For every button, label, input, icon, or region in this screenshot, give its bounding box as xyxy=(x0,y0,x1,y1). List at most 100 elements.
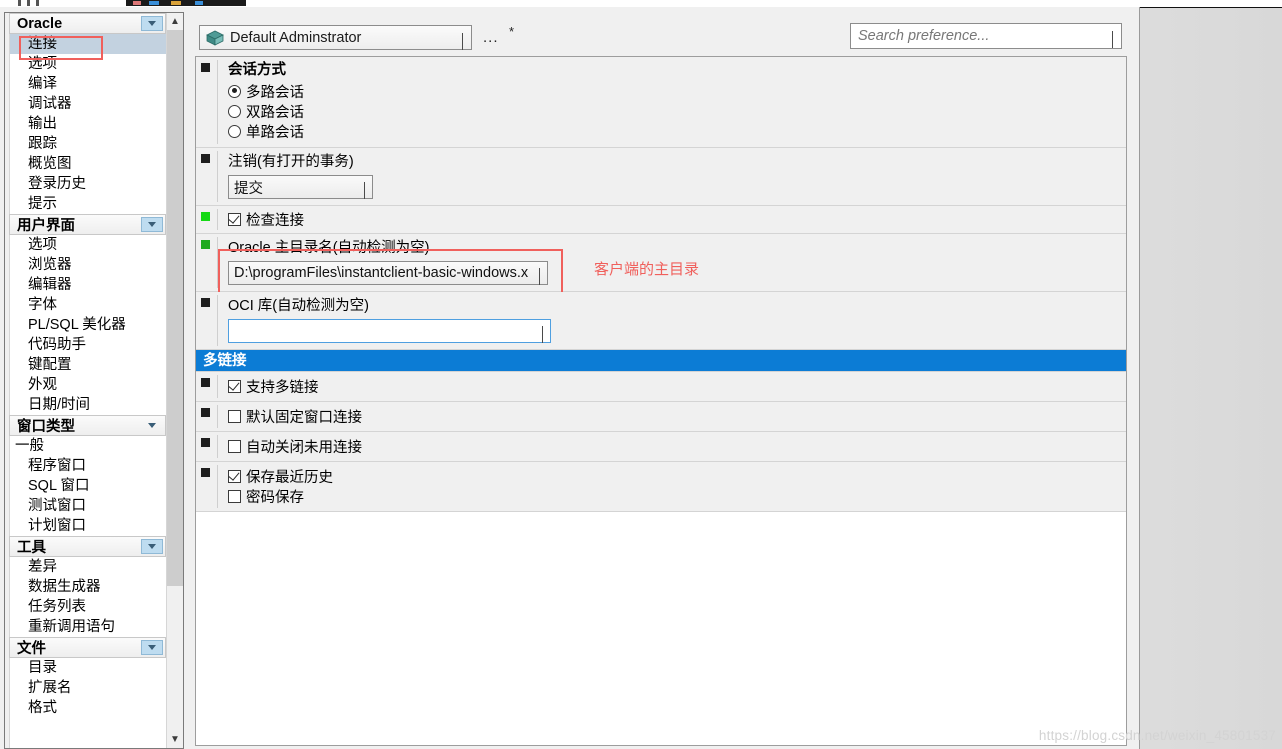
radio-icon[interactable] xyxy=(228,124,241,138)
sidebar-item-plan-window[interactable]: 计划窗口 xyxy=(10,516,166,536)
checkbox-icon[interactable] xyxy=(228,439,241,453)
tree-group-oracle[interactable]: Oracle xyxy=(9,13,166,34)
setting-oci-library: OCI 库(自动检测为空) xyxy=(196,292,1126,350)
checkbox-check-connection[interactable]: 检查连接 xyxy=(228,209,1126,229)
sidebar-item-formats[interactable]: 格式 xyxy=(10,698,166,718)
tree-group-user-interface[interactable]: 用户界面 xyxy=(9,214,166,235)
titlebar-glyphs xyxy=(18,0,138,6)
radio-label: 多路会话 xyxy=(246,84,304,101)
search-placeholder: Search preference... xyxy=(858,28,990,44)
watermark: https://blog.csdn.net/weixin_45801537 xyxy=(1038,728,1276,743)
chevron-up-icon[interactable]: ▲ xyxy=(167,13,183,30)
logoff-action-select[interactable]: 提交 xyxy=(228,175,373,199)
sidebar-item-browser[interactable]: 浏览器 xyxy=(10,255,166,275)
checkbox-icon[interactable] xyxy=(228,212,241,226)
sidebar-item-plsql-beautifier[interactable]: PL/SQL 美化器 xyxy=(10,315,166,335)
scrollbar-thumb[interactable] xyxy=(167,30,183,586)
tree-group-label: 工具 xyxy=(17,540,46,556)
group-rule xyxy=(217,465,218,508)
checkbox-icon[interactable] xyxy=(228,469,241,483)
setting-label: 注销(有打开的事务) xyxy=(228,154,354,170)
sidebar-item-task-list[interactable]: 任务列表 xyxy=(10,597,166,617)
sidebar-item-data-generator[interactable]: 数据生成器 xyxy=(10,577,166,597)
section-header-multilink: 多链接 xyxy=(196,350,1126,372)
sidebar-item-sql-window[interactable]: SQL 窗口 xyxy=(10,476,166,496)
group-rule xyxy=(217,209,218,230)
checkbox-icon[interactable] xyxy=(228,379,241,393)
sidebar-item-key-configuration[interactable]: 键配置 xyxy=(10,355,166,375)
chevron-down-icon[interactable] xyxy=(141,539,163,554)
oracle-home-select[interactable]: D:\programFiles\instantclient-basic-wind… xyxy=(228,261,548,285)
profile-selector[interactable]: Default Adminstrator xyxy=(199,25,472,50)
chevron-down-icon[interactable] xyxy=(141,418,163,433)
chevron-down-icon[interactable] xyxy=(141,217,163,232)
radio-label: 单路会话 xyxy=(246,124,304,141)
setting-enable-multilink: 支持多链接 xyxy=(196,372,1126,402)
radio-multi-session[interactable]: 多路会话 xyxy=(228,81,1126,101)
sidebar-item-login-history[interactable]: 登录历史 xyxy=(10,174,166,194)
sidebar-item-compile[interactable]: 编译 xyxy=(10,74,166,94)
chevron-down-icon[interactable] xyxy=(539,268,540,285)
preferences-options-panel: 会话方式 多路会话 双路会话 单路会话 注销(有打开的事务) 提交 检查连接 O… xyxy=(195,56,1127,746)
chevron-down-icon[interactable] xyxy=(141,16,163,31)
more-options-button[interactable]: ... xyxy=(483,30,499,45)
tree-group-files[interactable]: 文件 xyxy=(9,637,166,658)
chevron-down-icon[interactable] xyxy=(542,326,543,343)
radio-label: 双路会话 xyxy=(246,104,304,121)
titlebar-color-glyphs xyxy=(133,1,233,5)
chevron-down-icon[interactable] xyxy=(1112,31,1113,48)
sidebar-item-diff[interactable]: 差异 xyxy=(10,557,166,577)
sidebar-item-connection[interactable]: 连接 xyxy=(10,34,166,54)
tree-group-tools[interactable]: 工具 xyxy=(9,536,166,557)
sidebar-item-recall-statement[interactable]: 重新调用语句 xyxy=(10,617,166,637)
radio-icon[interactable] xyxy=(228,84,241,98)
group-rule xyxy=(217,405,218,428)
checkbox-save-recent-history[interactable]: 保存最近历史 xyxy=(228,466,1126,486)
sidebar-item-appearance[interactable]: 外观 xyxy=(10,375,166,395)
sidebar-item-output[interactable]: 输出 xyxy=(10,114,166,134)
chevron-down-icon[interactable] xyxy=(364,182,365,199)
setting-history: 保存最近历史 密码保存 xyxy=(196,462,1126,512)
sidebar-item-date-time[interactable]: 日期/时间 xyxy=(10,395,166,415)
search-preference-box[interactable]: Search preference... xyxy=(850,23,1122,49)
radio-icon[interactable] xyxy=(228,104,241,118)
package-icon xyxy=(206,30,224,46)
radio-dual-session[interactable]: 双路会话 xyxy=(228,101,1126,121)
sidebar-item-editor[interactable]: 编辑器 xyxy=(10,275,166,295)
screen-root: Oracle 连接 选项 编译 调试器 输出 跟踪 概览图 登录历史 提示 用户… xyxy=(0,0,1282,749)
checkbox-auto-close-unused-connection[interactable]: 自动关闭未用连接 xyxy=(228,436,1126,456)
group-rule xyxy=(217,295,218,346)
checkbox-default-fixed-window-connection[interactable]: 默认固定窗口连接 xyxy=(228,406,1126,426)
group-rule xyxy=(217,375,218,398)
sidebar-item-test-window[interactable]: 测试窗口 xyxy=(10,496,166,516)
sidebar-item-font[interactable]: 字体 xyxy=(10,295,166,315)
chevron-down-icon[interactable]: ▼ xyxy=(167,731,183,748)
oci-library-select[interactable] xyxy=(228,319,551,343)
checkbox-icon[interactable] xyxy=(228,409,241,423)
sidebar-item-program-window[interactable]: 程序窗口 xyxy=(10,456,166,476)
sidebar-item-general[interactable]: 一般 xyxy=(10,436,166,456)
section-heading: 会话方式 xyxy=(228,62,286,78)
sidebar-item-options-oracle[interactable]: 选项 xyxy=(10,54,166,74)
sidebar-item-debugger[interactable]: 调试器 xyxy=(10,94,166,114)
tree-group-label: 文件 xyxy=(17,641,46,657)
sidebar-item-overview[interactable]: 概览图 xyxy=(10,154,166,174)
preferences-tree-panel: Oracle 连接 选项 编译 调试器 输出 跟踪 概览图 登录历史 提示 用户… xyxy=(4,12,184,749)
chevron-down-icon[interactable] xyxy=(462,33,463,50)
chevron-down-icon[interactable] xyxy=(141,640,163,655)
checkbox-enable-multilink[interactable]: 支持多链接 xyxy=(228,376,1126,396)
checkbox-label: 检查连接 xyxy=(246,212,304,229)
radio-single-session[interactable]: 单路会话 xyxy=(228,121,1126,141)
status-marker xyxy=(201,63,210,72)
sidebar-item-options-ui[interactable]: 选项 xyxy=(10,235,166,255)
checkbox-icon[interactable] xyxy=(228,489,241,503)
sidebar-item-hints[interactable]: 提示 xyxy=(10,194,166,214)
sidebar-item-trace[interactable]: 跟踪 xyxy=(10,134,166,154)
sidebar-item-extensions[interactable]: 扩展名 xyxy=(10,678,166,698)
sidebar-item-directories[interactable]: 目录 xyxy=(10,658,166,678)
tree-group-label: 窗口类型 xyxy=(17,419,75,435)
tree-group-window-types[interactable]: 窗口类型 xyxy=(9,415,166,436)
checkbox-save-password[interactable]: 密码保存 xyxy=(228,486,1126,506)
sidebar-item-code-assistant[interactable]: 代码助手 xyxy=(10,335,166,355)
tree-scrollbar[interactable]: ▲ ▼ xyxy=(166,13,183,748)
